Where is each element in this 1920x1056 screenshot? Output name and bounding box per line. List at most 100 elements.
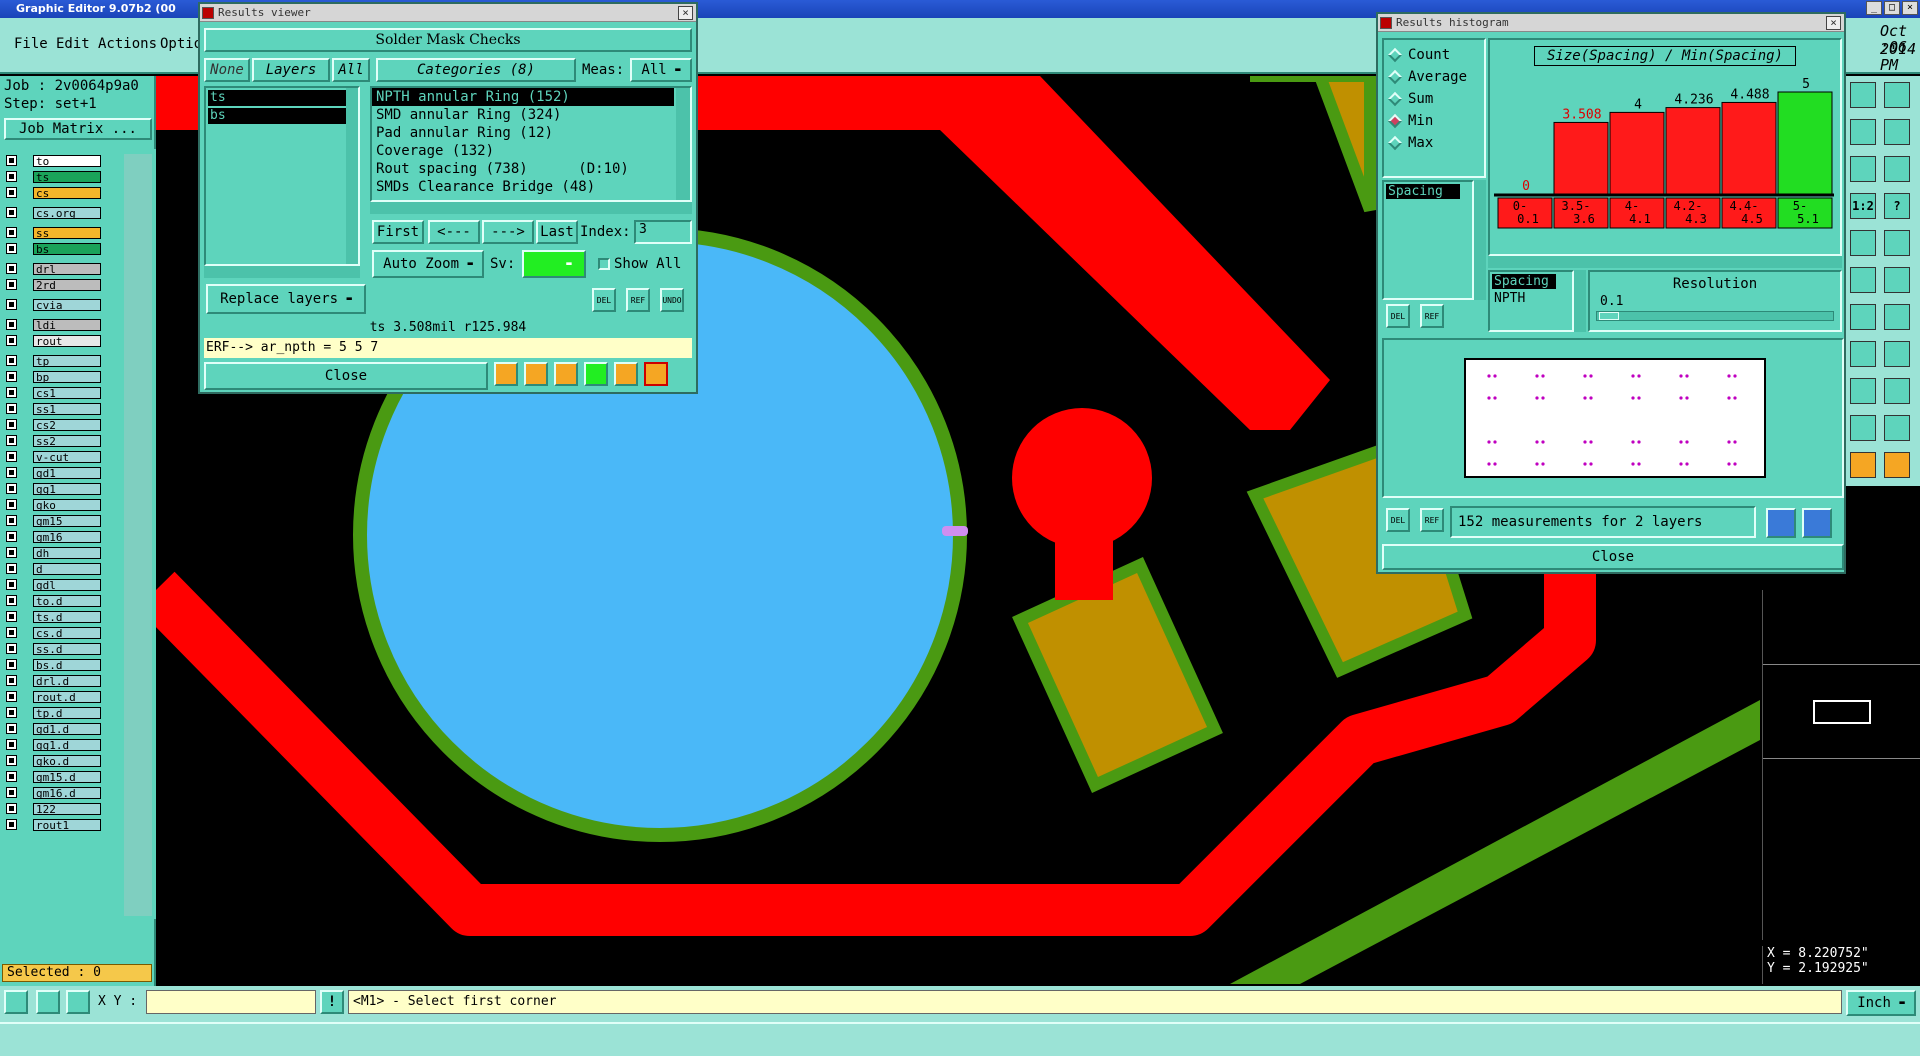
histogram-titlebar[interactable]: Results histogram ×	[1378, 14, 1844, 32]
del-button[interactable]: DEL	[1386, 304, 1410, 328]
layer-row[interactable]: gm16	[6, 530, 123, 543]
layer-checkbox[interactable]	[6, 263, 17, 274]
auto-zoom-dropdown[interactable]: Auto Zoom ▬	[372, 250, 484, 278]
chart-bar[interactable]	[1721, 101, 1777, 195]
layer-checkbox[interactable]	[6, 819, 17, 830]
toolbar-tool-icon[interactable]	[1884, 415, 1910, 441]
ref-button[interactable]: REF	[626, 288, 650, 312]
xy-input[interactable]	[146, 990, 316, 1014]
chart-bar[interactable]	[1553, 121, 1609, 195]
results-layer-list[interactable]: ts bs	[204, 86, 360, 266]
first-button[interactable]: First	[372, 220, 424, 244]
layer-row[interactable]: ss1	[6, 402, 123, 415]
layer-checkbox[interactable]	[6, 771, 17, 782]
minimap-panel[interactable]	[1762, 590, 1920, 940]
cols-list[interactable]: Spacing NPTH	[1488, 270, 1574, 332]
category-item[interactable]: Coverage (132)	[372, 142, 690, 160]
layer-row[interactable]: cs.org	[6, 206, 123, 219]
tool-icon-3[interactable]	[66, 990, 90, 1014]
layer-checkbox[interactable]	[6, 243, 17, 254]
layer-row[interactable]: bp	[6, 370, 123, 383]
mode-radio-min[interactable]: Min	[1384, 110, 1484, 132]
toolbar-tool-icon[interactable]	[1884, 378, 1910, 404]
list-item[interactable]: Spacing	[1386, 184, 1460, 199]
list-item[interactable]: Spacing	[1492, 274, 1556, 289]
mode-radio-average[interactable]: Average	[1384, 66, 1484, 88]
layer-row[interactable]: to.d	[6, 594, 123, 607]
layer-row[interactable]: cvia	[6, 298, 123, 311]
toolbar-tool-icon[interactable]	[1884, 119, 1910, 145]
none-button[interactable]: None	[204, 58, 250, 82]
layer-row[interactable]: v-cut	[6, 450, 123, 463]
layer-checkbox[interactable]	[6, 563, 17, 574]
import-icon[interactable]	[1802, 508, 1832, 538]
toolbar-tool-icon[interactable]	[1850, 156, 1876, 182]
minimap-viewport[interactable]	[1813, 700, 1871, 724]
layer-row[interactable]: ss.d	[6, 642, 123, 655]
layer-checkbox[interactable]	[6, 755, 17, 766]
toolbar-tool-icon[interactable]	[1850, 378, 1876, 404]
layer-checkbox[interactable]	[6, 435, 17, 446]
layer-row[interactable]: 122	[6, 802, 123, 815]
toolbar-tool-icon[interactable]	[1884, 452, 1910, 478]
layer-list-hscroll[interactable]	[204, 266, 360, 278]
toolbar-tool-icon[interactable]	[1850, 415, 1876, 441]
chart-bar[interactable]	[1609, 111, 1665, 195]
replace-layers-dropdown[interactable]: Replace layers ▬	[206, 284, 366, 314]
cols-scrollbar[interactable]	[1574, 270, 1586, 332]
layer-checkbox[interactable]	[6, 627, 17, 638]
layer-row[interactable]: gko.d	[6, 754, 123, 767]
histogram-icon[interactable]	[644, 362, 668, 386]
mode-radio-max[interactable]: Max	[1384, 132, 1484, 154]
menu-options[interactable]: Optio	[160, 36, 202, 52]
toolbar-tool-icon[interactable]	[1850, 341, 1876, 367]
tool-icon-1[interactable]	[4, 990, 28, 1014]
menu-actions[interactable]: Actions	[98, 36, 157, 52]
results-close-button[interactable]: Close	[204, 362, 488, 390]
category-item[interactable]: Pad annular Ring (12)	[372, 124, 690, 142]
layer-checkbox[interactable]	[6, 483, 17, 494]
layer-row[interactable]: drl	[6, 262, 123, 275]
layer-checkbox[interactable]	[6, 403, 17, 414]
ref-button[interactable]: REF	[1420, 508, 1444, 532]
layer-row[interactable]: gko	[6, 498, 123, 511]
categories-button[interactable]: Categories (8)	[376, 58, 576, 82]
mode-radio-sum[interactable]: Sum	[1384, 88, 1484, 110]
layer-checkbox[interactable]	[6, 579, 17, 590]
layer-checkbox[interactable]	[6, 547, 17, 558]
layer-checkbox[interactable]	[6, 171, 17, 182]
layer-checkbox[interactable]	[6, 187, 17, 198]
layer-row[interactable]: ss	[6, 226, 123, 239]
layer-row[interactable]: to	[6, 154, 123, 167]
close-icon[interactable]: ×	[1826, 15, 1841, 30]
layer-row[interactable]: gm15	[6, 514, 123, 527]
mode-radio-count[interactable]: Count	[1384, 44, 1484, 66]
layer-checkbox[interactable]	[6, 739, 17, 750]
toolbar-tool-icon[interactable]	[1850, 82, 1876, 108]
sv-color-dropdown[interactable]: ▬	[522, 250, 586, 278]
del-button[interactable]: DEL	[1386, 508, 1410, 532]
layer-checkbox[interactable]	[6, 707, 17, 718]
last-button[interactable]: Last	[536, 220, 578, 244]
layer-row[interactable]: d	[6, 562, 123, 575]
layer-row[interactable]: gd1	[6, 466, 123, 479]
layer-row[interactable]: rout1	[6, 818, 123, 831]
measurement-preview[interactable]	[1464, 358, 1766, 478]
layer-row[interactable]: ts.d	[6, 610, 123, 623]
category-item[interactable]: NPTH annular Ring (152)	[372, 88, 674, 106]
layer-checkbox[interactable]	[6, 643, 17, 654]
layer-row[interactable]: dh	[6, 546, 123, 559]
layer-checkbox[interactable]	[6, 355, 17, 366]
all-button[interactable]: All	[332, 58, 370, 82]
layer-checkbox[interactable]	[6, 335, 17, 346]
layer-row[interactable]: ts	[6, 170, 123, 183]
layer-row[interactable]: cs1	[6, 386, 123, 399]
toolbar-tool-icon[interactable]	[1884, 82, 1910, 108]
layer-checkbox[interactable]	[6, 499, 17, 510]
layer-checkbox[interactable]	[6, 531, 17, 542]
layer-row[interactable]: gm16.d	[6, 786, 123, 799]
layer-checkbox[interactable]	[6, 279, 17, 290]
layer-checkbox[interactable]	[6, 515, 17, 526]
layer-row[interactable]: ldi	[6, 318, 123, 331]
toolbar-tool-icon[interactable]	[1884, 230, 1910, 256]
